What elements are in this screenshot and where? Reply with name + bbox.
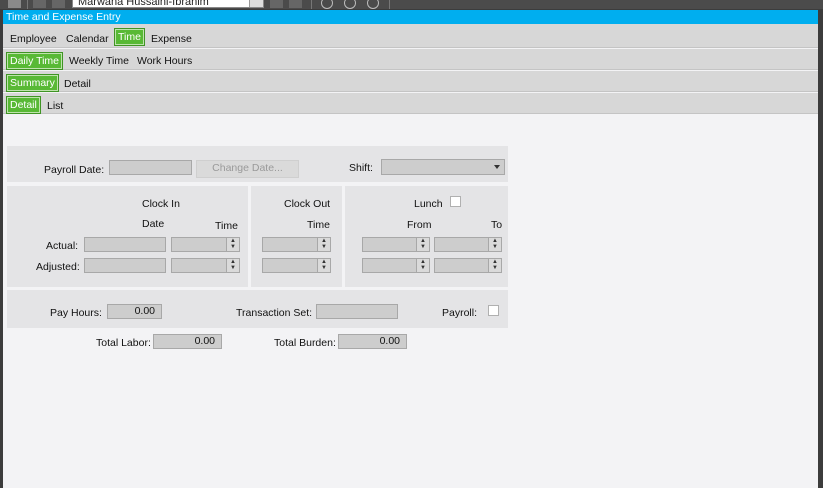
clock-out-actual-time[interactable]: ▲ ▼	[262, 237, 331, 252]
spinner-icon[interactable]: ▲ ▼	[416, 259, 429, 272]
first-record-icon[interactable]	[33, 0, 46, 8]
pay-hours-label: Pay Hours:	[50, 307, 102, 319]
spinner-icon[interactable]: ▲ ▼	[226, 238, 239, 251]
main-tab-row: Employee Calendar Time Expense	[3, 24, 818, 48]
total-labor-label: Total Labor:	[96, 337, 151, 349]
change-date-button[interactable]: Change Date...	[196, 160, 299, 178]
back-icon[interactable]	[321, 0, 333, 9]
lunch-from-label: From	[407, 219, 432, 231]
clock-in-panel: Clock In Date Time Actual: Adjusted: ▲ ▼ …	[7, 186, 248, 287]
total-burden-label: Total Burden:	[274, 337, 336, 349]
spinner-icon[interactable]: ▲ ▼	[317, 259, 330, 272]
clock-in-time-label: Time	[215, 220, 238, 232]
tab-list[interactable]: List	[47, 99, 63, 113]
adjusted-label: Adjusted:	[36, 261, 80, 273]
forward-icon[interactable]	[344, 0, 356, 9]
time-tab-row: Daily Time Weekly Time Work Hours	[3, 49, 818, 70]
clock-in-actual-date[interactable]	[84, 237, 166, 252]
app-body: Employee Calendar Time Expense Daily Tim…	[3, 24, 818, 488]
chevron-down-icon[interactable]	[494, 165, 500, 169]
lunch-panel: Lunch From To ▲ ▼ ▲ ▼ ▲ ▼ ▲ ▼	[345, 186, 508, 287]
tab-detail[interactable]: Detail	[64, 77, 91, 91]
lunch-adjusted-to[interactable]: ▲ ▼	[434, 258, 502, 273]
lunch-actual-to[interactable]: ▲ ▼	[434, 237, 502, 252]
spinner-icon[interactable]: ▲ ▼	[416, 238, 429, 251]
transaction-set-label: Transaction Set:	[236, 307, 313, 319]
clock-out-label: Clock Out	[284, 198, 331, 210]
payroll-date-field[interactable]	[109, 160, 192, 175]
tab-weekly-time[interactable]: Weekly Time	[69, 54, 129, 68]
last-record-icon[interactable]	[289, 0, 302, 8]
grid-icon[interactable]	[8, 0, 21, 8]
tab-summary[interactable]: Summary	[6, 74, 59, 92]
window-title: Time and Expense Entry	[3, 10, 818, 24]
next-record-icon[interactable]	[270, 0, 283, 8]
lunch-actual-from[interactable]: ▲ ▼	[362, 237, 430, 252]
spinner-icon[interactable]: ▲ ▼	[226, 259, 239, 272]
stop-icon[interactable]	[367, 0, 379, 9]
clock-out-time-label: Time	[307, 219, 330, 231]
user-combo-text: Marwana Hussaini-Ibrahim	[78, 0, 209, 8]
top-toolbar: Marwana Hussaini-Ibrahim	[0, 0, 823, 9]
toolbar-separator	[311, 0, 312, 9]
tab-calendar[interactable]: Calendar	[66, 32, 109, 46]
clock-in-label: Clock In	[142, 198, 180, 210]
actual-label: Actual:	[46, 240, 79, 252]
toolbar-separator	[27, 0, 28, 9]
clock-in-adjusted-date[interactable]	[84, 258, 166, 273]
tab-daily-time[interactable]: Daily Time	[6, 52, 64, 70]
chevron-down-icon[interactable]	[249, 0, 263, 7]
lunch-to-label: To	[491, 219, 503, 231]
spinner-icon[interactable]: ▲ ▼	[488, 259, 501, 272]
daily-tab-row: Summary Detail	[3, 71, 818, 92]
clock-out-adjusted-time[interactable]: ▲ ▼	[262, 258, 331, 273]
tab-employee[interactable]: Employee	[10, 32, 57, 46]
tab-time[interactable]: Time	[114, 28, 145, 46]
payroll-checkbox[interactable]	[488, 305, 499, 316]
spinner-icon[interactable]: ▲ ▼	[488, 238, 501, 251]
payroll-date-label: Payroll Date:	[44, 164, 105, 176]
clock-in-actual-time[interactable]: ▲ ▼	[171, 237, 240, 252]
spinner-icon[interactable]: ▲ ▼	[317, 238, 330, 251]
lunch-checkbox[interactable]	[450, 196, 461, 207]
shift-combo[interactable]	[381, 159, 505, 175]
transaction-set-field[interactable]	[316, 304, 398, 319]
clock-in-date-label: Date	[142, 218, 165, 230]
previous-record-icon[interactable]	[52, 0, 65, 8]
lunch-label: Lunch	[414, 198, 443, 210]
tab-work-hours[interactable]: Work Hours	[137, 54, 192, 68]
payroll-label: Payroll:	[442, 307, 478, 319]
payroll-date-panel: Payroll Date: Change Date... Shift:	[7, 146, 508, 182]
total-burden-field[interactable]: 0.00	[338, 334, 407, 349]
lunch-adjusted-from[interactable]: ▲ ▼	[362, 258, 430, 273]
pay-hours-field[interactable]: 0.00	[107, 304, 162, 319]
shift-label: Shift:	[349, 162, 373, 174]
clock-in-adjusted-time[interactable]: ▲ ▼	[171, 258, 240, 273]
pay-hours-panel: Pay Hours: 0.00 Transaction Set: Payroll…	[7, 290, 508, 328]
total-labor-field[interactable]: 0.00	[153, 334, 222, 349]
tab-expense[interactable]: Expense	[151, 32, 192, 46]
clock-out-panel: Clock Out Time ▲ ▼ ▲ ▼	[251, 186, 342, 287]
toolbar-separator	[389, 0, 390, 9]
user-combo[interactable]: Marwana Hussaini-Ibrahim	[72, 0, 264, 8]
tab-summary-detail[interactable]: Detail	[6, 96, 41, 114]
summary-tab-row: Detail List	[3, 93, 818, 114]
